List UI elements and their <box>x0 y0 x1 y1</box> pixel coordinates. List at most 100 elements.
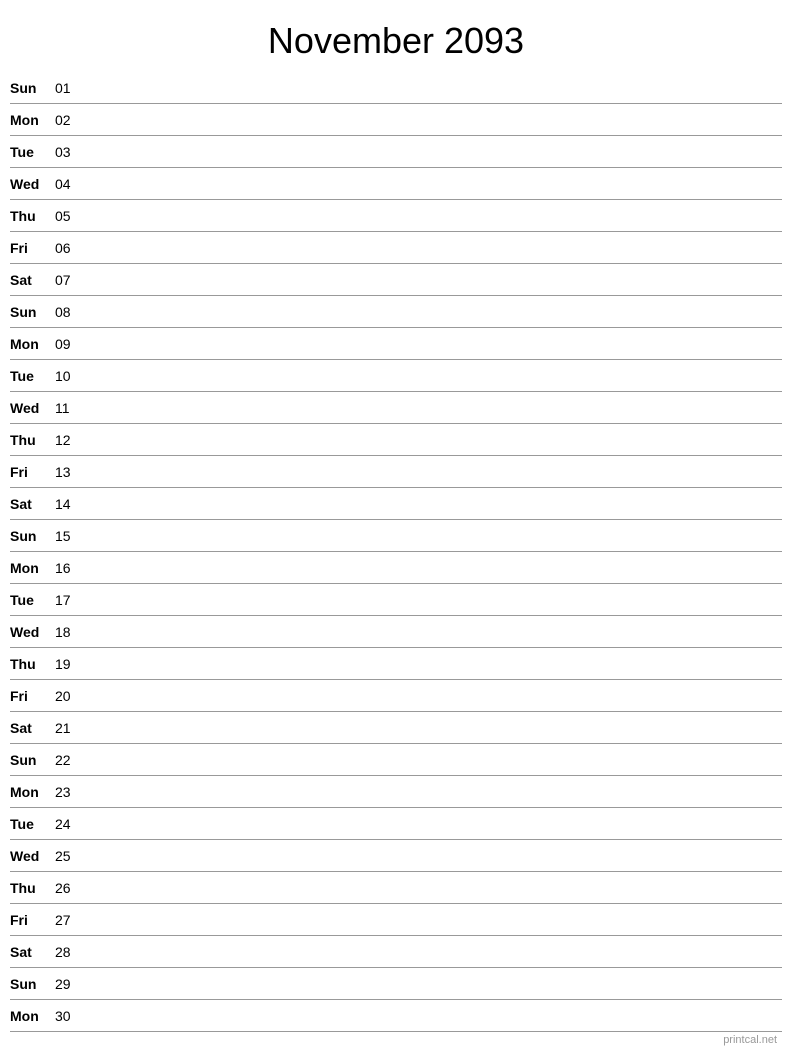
day-number: 26 <box>55 880 85 896</box>
calendar-row: Fri06 <box>10 232 782 264</box>
day-number: 08 <box>55 304 85 320</box>
day-number: 25 <box>55 848 85 864</box>
day-name: Fri <box>10 912 55 928</box>
calendar-container: Sun01Mon02Tue03Wed04Thu05Fri06Sat07Sun08… <box>0 72 792 1032</box>
day-name: Sun <box>10 80 55 96</box>
day-line <box>85 439 782 440</box>
day-name: Thu <box>10 432 55 448</box>
calendar-row: Wed11 <box>10 392 782 424</box>
day-name: Sun <box>10 304 55 320</box>
calendar-row: Wed25 <box>10 840 782 872</box>
day-number: 13 <box>55 464 85 480</box>
day-line <box>85 215 782 216</box>
day-number: 17 <box>55 592 85 608</box>
day-number: 07 <box>55 272 85 288</box>
calendar-row: Sun22 <box>10 744 782 776</box>
day-name: Sat <box>10 944 55 960</box>
day-number: 05 <box>55 208 85 224</box>
calendar-row: Thu19 <box>10 648 782 680</box>
day-number: 28 <box>55 944 85 960</box>
calendar-row: Sun29 <box>10 968 782 1000</box>
day-name: Wed <box>10 400 55 416</box>
day-line <box>85 375 782 376</box>
calendar-row: Sat07 <box>10 264 782 296</box>
day-line <box>85 887 782 888</box>
day-number: 24 <box>55 816 85 832</box>
day-line <box>85 919 782 920</box>
day-number: 11 <box>55 400 85 416</box>
day-name: Mon <box>10 784 55 800</box>
day-name: Wed <box>10 176 55 192</box>
calendar-row: Sun15 <box>10 520 782 552</box>
day-name: Tue <box>10 592 55 608</box>
day-name: Wed <box>10 624 55 640</box>
day-line <box>85 599 782 600</box>
day-name: Tue <box>10 144 55 160</box>
calendar-row: Sat21 <box>10 712 782 744</box>
day-number: 21 <box>55 720 85 736</box>
calendar-row: Sun01 <box>10 72 782 104</box>
day-name: Thu <box>10 208 55 224</box>
calendar-row: Thu05 <box>10 200 782 232</box>
day-line <box>85 727 782 728</box>
day-name: Mon <box>10 336 55 352</box>
day-line <box>85 343 782 344</box>
day-name: Fri <box>10 240 55 256</box>
calendar-row: Mon16 <box>10 552 782 584</box>
day-number: 12 <box>55 432 85 448</box>
day-line <box>85 87 782 88</box>
day-number: 01 <box>55 80 85 96</box>
day-line <box>85 311 782 312</box>
day-name: Sat <box>10 496 55 512</box>
calendar-row: Mon09 <box>10 328 782 360</box>
calendar-row: Mon23 <box>10 776 782 808</box>
calendar-row: Wed04 <box>10 168 782 200</box>
day-number: 23 <box>55 784 85 800</box>
day-line <box>85 823 782 824</box>
day-line <box>85 759 782 760</box>
day-line <box>85 119 782 120</box>
day-line <box>85 791 782 792</box>
day-number: 03 <box>55 144 85 160</box>
day-name: Sun <box>10 976 55 992</box>
day-name: Mon <box>10 560 55 576</box>
day-line <box>85 151 782 152</box>
day-number: 27 <box>55 912 85 928</box>
day-number: 02 <box>55 112 85 128</box>
day-name: Sun <box>10 752 55 768</box>
day-line <box>85 631 782 632</box>
calendar-row: Thu12 <box>10 424 782 456</box>
day-name: Tue <box>10 368 55 384</box>
day-name: Fri <box>10 688 55 704</box>
day-line <box>85 695 782 696</box>
calendar-row: Mon30 <box>10 1000 782 1032</box>
day-number: 10 <box>55 368 85 384</box>
day-name: Sat <box>10 720 55 736</box>
calendar-row: Tue10 <box>10 360 782 392</box>
calendar-row: Sat28 <box>10 936 782 968</box>
day-number: 16 <box>55 560 85 576</box>
day-line <box>85 535 782 536</box>
day-name: Mon <box>10 112 55 128</box>
calendar-row: Mon02 <box>10 104 782 136</box>
calendar-row: Tue17 <box>10 584 782 616</box>
day-name: Tue <box>10 816 55 832</box>
page-title: November 2093 <box>0 0 792 72</box>
day-line <box>85 663 782 664</box>
day-line <box>85 471 782 472</box>
day-line <box>85 567 782 568</box>
day-number: 14 <box>55 496 85 512</box>
day-number: 09 <box>55 336 85 352</box>
day-line <box>85 279 782 280</box>
day-number: 30 <box>55 1008 85 1024</box>
day-line <box>85 503 782 504</box>
day-number: 19 <box>55 656 85 672</box>
calendar-row: Fri20 <box>10 680 782 712</box>
day-number: 20 <box>55 688 85 704</box>
calendar-row: Tue03 <box>10 136 782 168</box>
day-line <box>85 951 782 952</box>
day-line <box>85 407 782 408</box>
day-name: Wed <box>10 848 55 864</box>
day-name: Thu <box>10 656 55 672</box>
day-number: 15 <box>55 528 85 544</box>
